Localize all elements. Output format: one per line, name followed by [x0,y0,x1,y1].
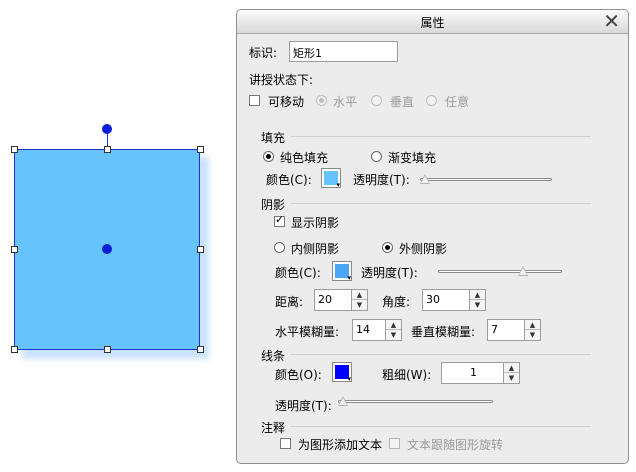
hblur-label: 水平模糊量: [275,325,340,339]
line-width-label: 粗细(W): [382,368,432,382]
shadow-color-label: 颜色(C): [275,266,321,280]
increment-icon[interactable]: ▲ [525,320,540,330]
close-icon[interactable]: ✕ [603,10,620,33]
follow-rotate-checkbox[interactable] [389,438,400,449]
fill-opacity-thumb[interactable] [420,174,430,184]
rotation-handle[interactable] [102,124,112,134]
angle-value: 30 [426,293,440,306]
properties-dialog: 属性 ✕ 标识: 矩形1 讲授状态下: 可移动 水平 垂直 任意 填充 纯色填充… [236,9,629,464]
movable-label: 可移动 [268,95,305,109]
show-shadow-checkbox[interactable] [274,213,285,227]
resize-handle-top-left[interactable] [11,146,18,153]
horizontal-label: 水平 [333,95,358,109]
line-color-picker[interactable]: ▾ [332,362,352,383]
dialog-titlebar[interactable]: 属性 ✕ [237,10,628,34]
increment-icon[interactable]: ▲ [352,290,367,300]
gradient-fill-label: 渐变填充 [388,151,437,165]
shadow-divider [291,203,591,204]
radio-vertical[interactable] [371,95,382,106]
resize-handle-bottom-left[interactable] [11,346,18,353]
note-section-title: 注释 [261,421,286,435]
angle-label: 角度: [382,295,411,309]
add-text-label: 为图形添加文本 [298,438,383,452]
shadow-section-title: 阴影 [261,198,286,212]
resize-handle-top[interactable] [104,146,111,153]
line-opacity-slider[interactable] [338,400,493,403]
line-width-stepper[interactable]: 1 ▲ ▼ [441,362,520,384]
hblur-value: 14 [356,323,370,336]
shadow-opacity-label: 透明度(T): [361,266,418,280]
radio-outer-shadow[interactable] [382,242,393,253]
fill-opacity-label: 透明度(T): [353,173,410,187]
chevron-down-icon: ▾ [336,181,340,189]
line-opacity-thumb[interactable] [338,396,348,406]
distance-label: 距离: [275,295,304,309]
vblur-value: 7 [491,323,498,336]
shadow-color-picker[interactable]: ▾ [332,261,352,282]
state-label: 讲授状态下: [249,73,314,87]
resize-handle-left[interactable] [11,246,18,253]
movable-checkbox[interactable] [249,95,260,106]
fill-color-picker[interactable]: ▾ [321,168,341,189]
vertical-label: 垂直 [390,95,415,109]
radio-any[interactable] [426,95,437,106]
decrement-icon[interactable]: ▼ [386,330,401,340]
solid-fill-label: 纯色填充 [280,151,329,165]
increment-icon[interactable]: ▲ [470,290,485,300]
center-point[interactable] [102,244,112,254]
increment-icon[interactable]: ▲ [504,363,519,373]
resize-handle-bottom[interactable] [104,346,111,353]
vblur-label: 垂直模糊量: [411,325,476,339]
distance-stepper[interactable]: 20 ▲ ▼ [314,289,368,311]
fill-color-label: 颜色(C): [266,173,312,187]
show-shadow-label: 显示阴影 [291,216,340,230]
line-section-title: 线条 [261,349,286,363]
radio-gradient-fill[interactable] [371,151,382,162]
chevron-down-icon: ▾ [347,274,351,282]
decrement-icon[interactable]: ▼ [525,330,540,340]
resize-handle-bottom-right[interactable] [197,346,204,353]
inner-shadow-label: 内侧阴影 [291,242,340,256]
chevron-down-icon: ▾ [347,375,351,383]
distance-value: 20 [318,293,332,306]
identifier-label: 标识: [249,46,278,60]
decrement-icon[interactable]: ▼ [352,300,367,310]
shadow-opacity-thumb[interactable] [517,266,528,276]
hblur-stepper[interactable]: 14 ▲ ▼ [352,319,402,341]
angle-stepper[interactable]: 30 ▲ ▼ [422,289,486,311]
decrement-icon[interactable]: ▼ [470,300,485,310]
follow-rotate-label: 文本跟随图形旋转 [407,438,504,452]
fill-opacity-slider[interactable] [420,178,552,181]
resize-handle-right[interactable] [197,246,204,253]
add-text-checkbox[interactable] [280,438,291,449]
identifier-input[interactable]: 矩形1 [289,41,398,62]
shadow-opacity-slider[interactable] [438,270,562,273]
any-label: 任意 [445,95,470,109]
radio-inner-shadow[interactable] [274,242,285,253]
note-divider [291,426,591,427]
vblur-stepper[interactable]: 7 ▲ ▼ [487,319,541,341]
line-width-value: 1 [470,366,477,379]
decrement-icon[interactable]: ▼ [504,373,519,383]
outer-shadow-label: 外侧阴影 [399,242,448,256]
line-divider [291,354,591,355]
increment-icon[interactable]: ▲ [386,320,401,330]
line-opacity-label: 透明度(T): [275,399,332,413]
dialog-title: 属性 [420,16,445,30]
fill-divider [291,136,591,137]
fill-section-title: 填充 [261,131,286,145]
line-color-label: 颜色(O): [275,368,322,382]
radio-horizontal[interactable] [316,95,327,106]
resize-handle-top-right[interactable] [197,146,204,153]
radio-solid-fill[interactable] [263,151,274,162]
